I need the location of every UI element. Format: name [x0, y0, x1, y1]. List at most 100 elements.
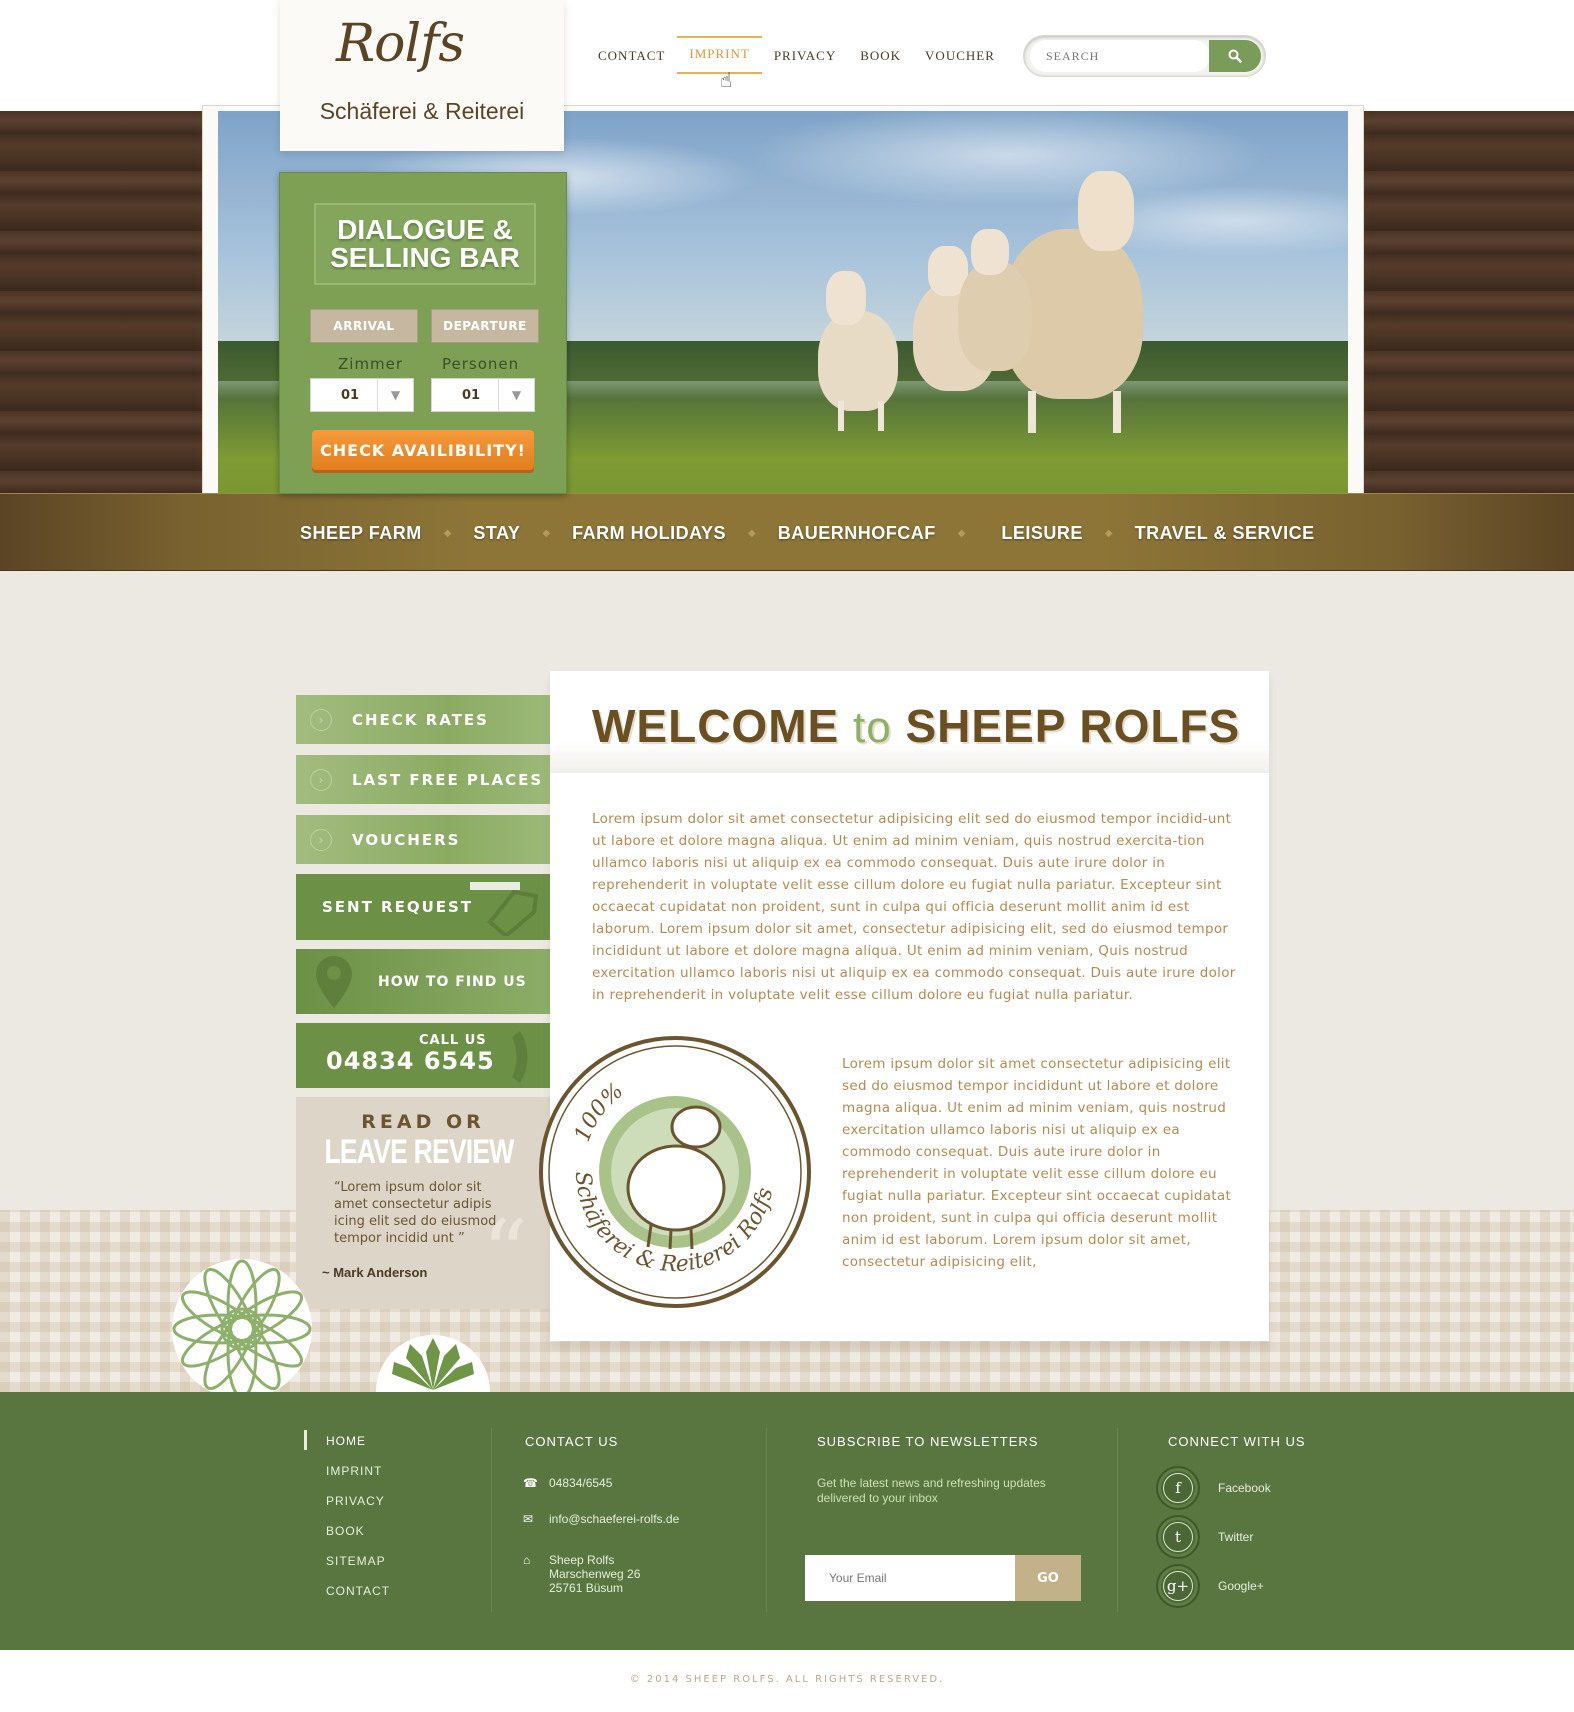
footer-nav-privacy[interactable]: PRIVACY [326, 1494, 390, 1508]
arrival-button[interactable]: ARRIVAL [310, 309, 418, 343]
search-input[interactable] [1030, 40, 1210, 72]
mainnav-leisure[interactable]: LEISURE [979, 523, 1105, 544]
zimmer-value: 01 [341, 388, 360, 403]
nav-separator-icon: ◆ [542, 527, 551, 539]
review-box[interactable]: READ OR LEAVE REVIEW “ “Lorem ipsum dolo… [296, 1097, 550, 1309]
departure-button[interactable]: DEPARTURE [431, 309, 539, 343]
footer-nav-home[interactable]: HOME [326, 1434, 390, 1448]
call-us-label: CALL US [419, 1033, 487, 1048]
footer-nav-book[interactable]: BOOK [326, 1524, 390, 1538]
check-rates-label: CHECK RATES [352, 710, 489, 729]
booking-title-box: DIALOGUE & SELLING BAR [314, 203, 536, 285]
search-icon [1228, 49, 1242, 63]
newsletter-heading: SUBSCRIBE TO NEWSLETTERS [817, 1434, 1039, 1449]
twitter-label: Twitter [1218, 1530, 1254, 1544]
welcome-paragraph-1: Lorem ipsum dolor sit amet consectetur a… [592, 811, 1236, 1003]
newsletter-go-button[interactable]: GO [1015, 1555, 1081, 1601]
sent-request-button[interactable]: SENT REQUEST [296, 874, 550, 940]
topnav-book[interactable]: BOOK [848, 46, 913, 74]
address-city: 25761 Büsum [549, 1581, 624, 1595]
sheep-lamb-1 [818, 311, 898, 411]
contact-heading: CONTACT US [525, 1434, 619, 1449]
last-free-places-button[interactable]: › LAST FREE PLACES [296, 755, 550, 804]
address-street: Marschenweg 26 [549, 1567, 641, 1581]
zimmer-label: Zimmer [338, 355, 404, 373]
personen-value: 01 [462, 388, 481, 403]
phone-icon: ☎ [523, 1476, 538, 1490]
how-to-find-us-label: HOW TO FIND US [378, 973, 527, 990]
logo[interactable]: Rolfs Schäferei & Reiterei [280, 0, 564, 151]
review-heading-large: LEAVE REVIEW [324, 1133, 514, 1171]
last-free-places-label: LAST FREE PLACES [352, 770, 544, 789]
check-rates-button[interactable]: › CHECK RATES [296, 695, 550, 744]
copyright: © 2014 SHEEP ROLFS. ALL RIGHTS RESERVED. [0, 1650, 1574, 1712]
chevron-right-icon: › [310, 708, 332, 731]
booking-panel: DIALOGUE & SELLING BAR ARRIVAL DEPARTURE… [279, 172, 567, 494]
logo-script-text: Rolfs [336, 14, 465, 74]
call-us-phone: 04834 6545 [326, 1047, 495, 1075]
address-name: Sheep Rolfs [549, 1553, 615, 1567]
footer-address: ⌂ Sheep Rolfs Marschenweg 26 25761 Büsum [523, 1553, 641, 1595]
social-googleplus[interactable]: g+ Google+ [1156, 1564, 1264, 1608]
footer-nav-contact[interactable]: CONTACT [326, 1584, 390, 1598]
googleplus-icon: g+ [1163, 1571, 1193, 1601]
map-pin-icon [316, 955, 352, 1008]
call-us-box[interactable]: CALL US 04834 6545 [296, 1023, 550, 1088]
main-nav: SHEEP FARM ◆ STAY ◆ FARM HOLIDAYS ◆ BAUE… [0, 493, 1574, 571]
nav-separator-icon: ◆ [748, 527, 756, 539]
chevron-down-icon: ▼ [498, 379, 534, 411]
footer-phone-text: 04834/6545 [549, 1476, 613, 1490]
facebook-label: Facebook [1218, 1481, 1271, 1495]
nav-separator-icon: ◆ [1104, 527, 1113, 539]
googleplus-label: Google+ [1218, 1579, 1264, 1593]
envelope-icon: ✉ [523, 1512, 534, 1526]
how-to-find-us-button[interactable]: HOW TO FIND US [296, 949, 550, 1014]
chevron-right-icon: › [310, 828, 332, 851]
search-box [1023, 35, 1266, 77]
welcome-title: WELCOME to SHEEP ROLFS [592, 699, 1240, 753]
topnav-privacy[interactable]: PRIVACY [762, 46, 848, 74]
welcome-title-part1: WELCOME [592, 700, 840, 752]
check-availability-button[interactable]: CHECK AVAILIBILITY! [312, 430, 534, 470]
review-quote: “Lorem ipsum dolor sit amet consectetur … [334, 1180, 497, 1246]
hand-cursor-icon: ☝ [720, 68, 733, 92]
search-button[interactable] [1209, 40, 1261, 72]
mainnav-travel-service[interactable]: TRAVEL & SERVICE [1113, 523, 1337, 544]
review-heading-small: READ OR [361, 1111, 485, 1133]
topnav-contact[interactable]: CONTACT [586, 46, 677, 74]
flower-decoration-small-icon [376, 1335, 490, 1392]
personen-select[interactable]: 01 ▼ [431, 378, 535, 412]
flower-decoration-icon [172, 1259, 312, 1399]
social-twitter[interactable]: t Twitter [1156, 1515, 1253, 1559]
personen-label: Personen [442, 355, 520, 373]
topnav-voucher[interactable]: VOUCHER [913, 46, 1007, 74]
newsletter-text: Get the latest news and refreshing updat… [817, 1476, 1046, 1505]
footer-email[interactable]: ✉ info@schaeferei-rolfs.de [523, 1512, 679, 1526]
welcome-title-to: to [852, 703, 892, 752]
nav-separator-icon: ◆ [443, 527, 452, 539]
newsletter-email-input[interactable] [805, 1555, 1015, 1601]
footer-nav-imprint[interactable]: IMPRINT [326, 1464, 390, 1478]
social-facebook[interactable]: f Facebook [1156, 1466, 1271, 1510]
mainnav-sheep-farm[interactable]: SHEEP FARM [278, 523, 444, 544]
newsletter-form: GO [805, 1555, 1081, 1601]
zimmer-select[interactable]: 01 ▼ [310, 378, 414, 412]
vouchers-button[interactable]: › VOUCHERS [296, 815, 550, 864]
chevron-down-icon: ▼ [377, 379, 413, 411]
review-author: ~ Mark Anderson [322, 1265, 428, 1280]
mainnav-stay[interactable]: STAY [451, 523, 542, 544]
twitter-icon: t [1163, 1522, 1193, 1552]
vouchers-label: VOUCHERS [352, 830, 461, 849]
mainnav-farm-holidays[interactable]: FARM HOLIDAYS [550, 523, 748, 544]
welcome-paragraph-2: Lorem ipsum dolor sit amet consectetur a… [842, 1056, 1232, 1270]
phone-icon [512, 1031, 528, 1083]
logo-subtitle: Schäferei & Reiterei [319, 98, 525, 124]
sheep-lamb-3 [958, 261, 1032, 371]
tag-icon [470, 882, 539, 936]
footer-nav: HOME IMPRINT PRIVACY BOOK SITEMAP CONTAC… [326, 1434, 390, 1614]
booking-title: DIALOGUE & SELLING BAR [330, 214, 520, 273]
sent-request-label: SENT REQUEST [322, 898, 474, 916]
footer-nav-sitemap[interactable]: SITEMAP [326, 1554, 390, 1568]
mainnav-bauernhofcaf[interactable]: BAUERNHOFCAF [756, 523, 958, 544]
footer-phone[interactable]: ☎ 04834/6545 [523, 1476, 613, 1490]
